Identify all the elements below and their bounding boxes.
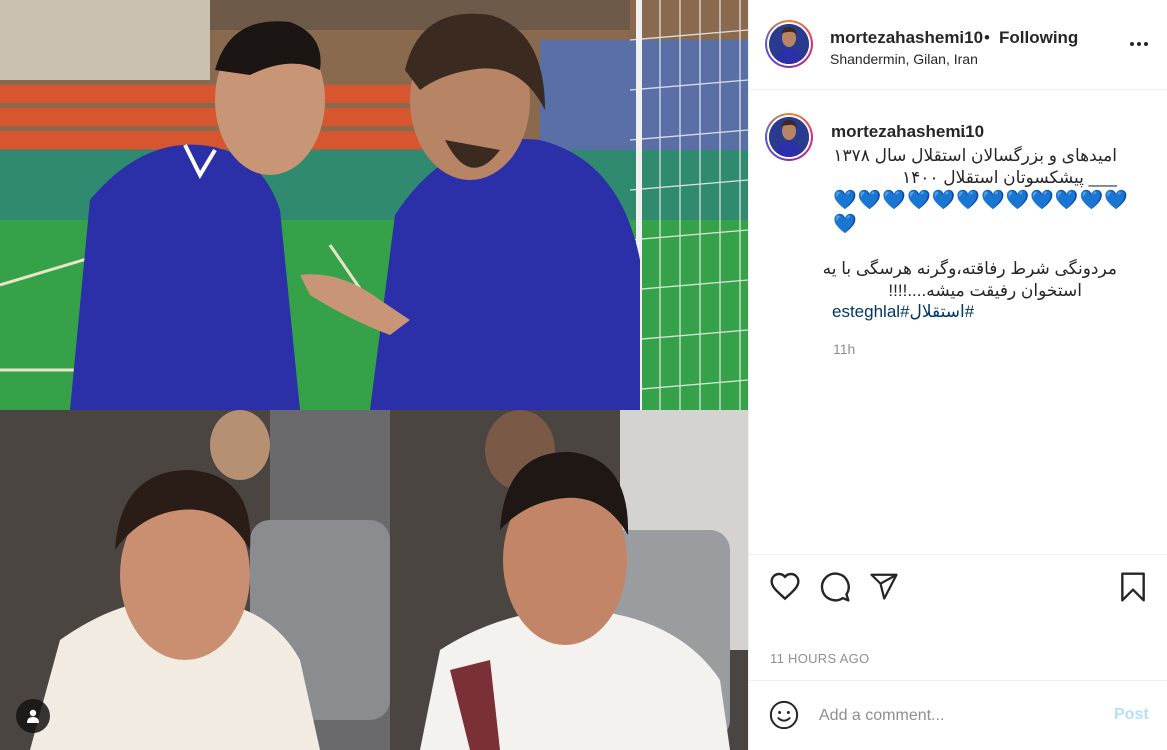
smiley-icon[interactable]	[769, 700, 799, 730]
send-icon[interactable]	[869, 571, 899, 601]
comment-icon[interactable]	[819, 571, 851, 603]
caption-avatar[interactable]	[765, 113, 813, 161]
post-actions: 11 HOURS AGO	[749, 554, 1167, 679]
caption-hashtags[interactable]: #استقلال#esteghlal	[832, 302, 974, 322]
photo-youth-on-bus	[0, 410, 748, 750]
comment-form: Post	[749, 680, 1167, 750]
caption-time: 11h	[833, 341, 856, 357]
tagged-people-button[interactable]	[16, 699, 50, 733]
caption: mortezahashemi10 .. امیدهای و بزرگسالان …	[749, 91, 1167, 553]
post-header: mortezahashemi10 • Following Shandermin,…	[749, 0, 1167, 90]
post-location[interactable]: Shandermin, Gilan, Iran	[830, 51, 978, 67]
heart-icon[interactable]	[769, 571, 801, 601]
post-timestamp[interactable]: 11 HOURS AGO	[770, 651, 869, 666]
blue-hearts-emoji: 💙💙💙💙💙💙💙💙💙💙💙💙💙	[833, 190, 1129, 235]
caption-line-4: استخوان رفیقت میشه....!!!!	[888, 281, 1082, 300]
separator-dot: •	[984, 28, 990, 47]
post-comment-button[interactable]: Post	[1114, 706, 1149, 724]
caption-line-3: مردونگی شرط رفاقته،وگرنه هرسگی با یه	[822, 259, 1117, 278]
more-dots-icon	[1130, 42, 1134, 46]
caption-line-1: امیدهای و بزرگسالان استقلال سال ۱۳۷۸	[833, 146, 1117, 165]
comment-input[interactable]	[819, 703, 1099, 729]
person-icon	[27, 709, 39, 723]
author-username[interactable]: mortezahashemi10	[830, 28, 983, 48]
caption-suffix: ..	[957, 122, 967, 141]
post-side-panel: mortezahashemi10 • Following Shandermin,…	[748, 0, 1167, 750]
following-button[interactable]: Following	[999, 28, 1078, 48]
photo-players-futsal-court	[0, 0, 748, 410]
post-media[interactable]	[0, 0, 748, 750]
caption-line-2: ___ پیشکسوتان استقلال ۱۴۰۰	[901, 168, 1117, 187]
more-options-button[interactable]	[1127, 36, 1151, 52]
bookmark-icon[interactable]	[1119, 571, 1147, 603]
avatar[interactable]	[765, 20, 813, 68]
